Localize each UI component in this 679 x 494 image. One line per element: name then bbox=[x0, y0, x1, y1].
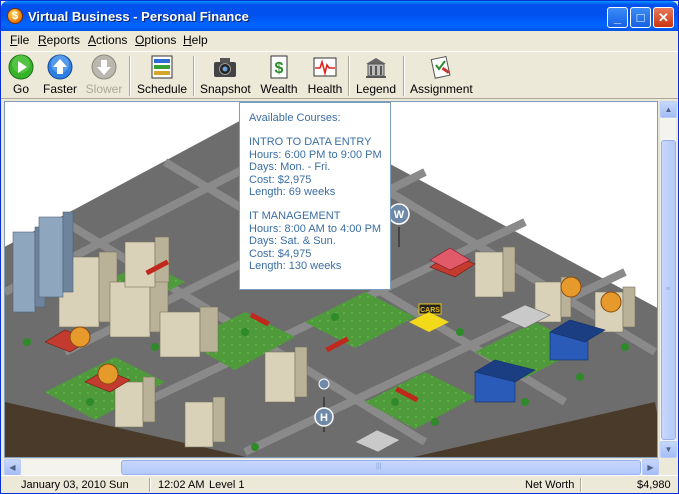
status-separator bbox=[149, 478, 151, 492]
status-separator bbox=[580, 478, 582, 492]
course-length: Length: 69 weeks bbox=[249, 186, 336, 199]
vertical-scroll-thumb[interactable]: ≡ bbox=[661, 140, 676, 440]
scroll-left-button[interactable]: ◀ bbox=[4, 459, 21, 476]
faster-button[interactable]: Faster bbox=[41, 54, 79, 98]
go-button[interactable]: Go bbox=[7, 54, 35, 98]
wealth-label: Wealth bbox=[260, 82, 298, 96]
net-worth-label: Net Worth bbox=[525, 479, 575, 491]
go-label: Go bbox=[12, 82, 29, 96]
schedule-label: Schedule bbox=[137, 82, 188, 96]
status-bar: January 03, 2010 Sun 12:02 AM Level 1 Ne… bbox=[1, 475, 678, 493]
toolbar-separator bbox=[348, 56, 350, 96]
legend-label: Legend bbox=[355, 82, 397, 96]
scroll-right-button[interactable]: ▶ bbox=[642, 459, 659, 476]
course-hours: Hours: 8:00 AM to 4:00 PM bbox=[249, 222, 382, 235]
scroll-down-button[interactable]: ▼ bbox=[660, 441, 677, 458]
menu-actions[interactable]: Actions bbox=[88, 33, 127, 47]
toolbar: Go Faster Slower Schedule Snapshot $ Wea… bbox=[1, 51, 678, 99]
building-icon bbox=[366, 58, 386, 78]
tooltip-heading: Available Courses: bbox=[249, 112, 341, 124]
chevron-down-icon: ▼ bbox=[664, 445, 673, 454]
wealth-button[interactable]: $ Wealth bbox=[259, 54, 299, 98]
status-day: Sun bbox=[109, 479, 129, 491]
snapshot-button[interactable]: Snapshot bbox=[200, 54, 251, 98]
window-title: Virtual Business - Personal Finance bbox=[28, 9, 249, 24]
schedule-icon bbox=[151, 55, 173, 79]
menu-options[interactable]: Options bbox=[135, 33, 176, 47]
slower-button: Slower bbox=[85, 54, 123, 98]
minimize-button[interactable]: _ bbox=[607, 7, 628, 28]
course-name: IT MANAGEMENT bbox=[249, 210, 341, 223]
scroll-up-button[interactable]: ▲ bbox=[660, 101, 677, 118]
net-worth-value: $4,980 bbox=[637, 479, 671, 491]
legend-button[interactable]: Legend bbox=[355, 54, 397, 98]
assignment-label: Assignment bbox=[410, 82, 473, 96]
svg-text:H: H bbox=[320, 412, 328, 424]
heartbeat-chart-icon bbox=[313, 57, 337, 77]
chevron-left-icon: ◀ bbox=[9, 463, 16, 472]
horizontal-scroll-thumb[interactable]: ||| bbox=[121, 460, 641, 475]
course-name: INTRO TO DATA ENTRY bbox=[249, 136, 372, 149]
status-time: 12:02 AM bbox=[158, 479, 205, 491]
maximize-button[interactable]: □ bbox=[630, 7, 651, 28]
menu-reports[interactable]: Reports bbox=[38, 33, 80, 47]
close-button[interactable]: ✕ bbox=[653, 7, 674, 28]
status-date: January 03, 2010 bbox=[21, 479, 107, 491]
menu-bar: File Reports Actions Options Help bbox=[1, 31, 678, 50]
slow-down-icon bbox=[91, 54, 117, 80]
course-days: Days: Sat. & Sun. bbox=[249, 235, 336, 248]
schedule-button[interactable]: Schedule bbox=[137, 54, 187, 98]
play-icon bbox=[8, 54, 34, 80]
slower-label: Slower bbox=[85, 82, 123, 96]
course-days: Days: Mon. - Fri. bbox=[249, 161, 331, 174]
course-tooltip: Available Courses: INTRO TO DATA ENTRY H… bbox=[239, 102, 391, 290]
dollar-document-icon: $ bbox=[270, 55, 288, 79]
course-cost: Cost: $4,975 bbox=[249, 247, 312, 260]
course-hours: Hours: 6:00 PM to 9:00 PM bbox=[249, 148, 382, 161]
health-button[interactable]: Health bbox=[307, 54, 343, 98]
fast-forward-icon bbox=[47, 54, 73, 80]
chevron-right-icon: ▶ bbox=[647, 463, 654, 472]
chevron-up-icon: ▲ bbox=[664, 105, 673, 114]
course-cost: Cost: $2,975 bbox=[249, 173, 312, 186]
title-bar[interactable]: $ Virtual Business - Personal Finance _ … bbox=[1, 1, 678, 31]
grip-icon: ||| bbox=[376, 463, 382, 470]
toolbar-separator bbox=[129, 56, 131, 96]
minimize-icon: _ bbox=[613, 10, 622, 25]
menu-help[interactable]: Help bbox=[183, 33, 208, 47]
status-level: Level 1 bbox=[209, 479, 245, 491]
snapshot-label: Snapshot bbox=[200, 82, 251, 96]
camera-icon bbox=[214, 58, 236, 77]
vertical-scrollbar[interactable]: ▲ ≡ ▼ bbox=[659, 101, 677, 458]
app-icon: $ bbox=[7, 8, 23, 24]
health-label: Health bbox=[307, 82, 343, 96]
toolbar-separator bbox=[403, 56, 405, 96]
grip-icon: ≡ bbox=[666, 286, 671, 293]
assignment-button[interactable]: Assignment bbox=[410, 54, 473, 98]
assignment-icon bbox=[430, 55, 451, 79]
horizontal-scrollbar[interactable]: ◀ ||| ▶ bbox=[4, 458, 659, 476]
toolbar-separator bbox=[193, 56, 195, 96]
svg-text:W: W bbox=[394, 209, 405, 221]
app-window: $ Virtual Business - Personal Finance _ … bbox=[0, 0, 679, 494]
maximize-icon: □ bbox=[636, 10, 645, 25]
close-icon: ✕ bbox=[658, 10, 669, 25]
faster-label: Faster bbox=[42, 82, 77, 96]
svg-text:$: $ bbox=[275, 60, 284, 77]
course-length: Length: 130 weeks bbox=[249, 260, 342, 273]
menu-file[interactable]: File bbox=[10, 33, 29, 47]
